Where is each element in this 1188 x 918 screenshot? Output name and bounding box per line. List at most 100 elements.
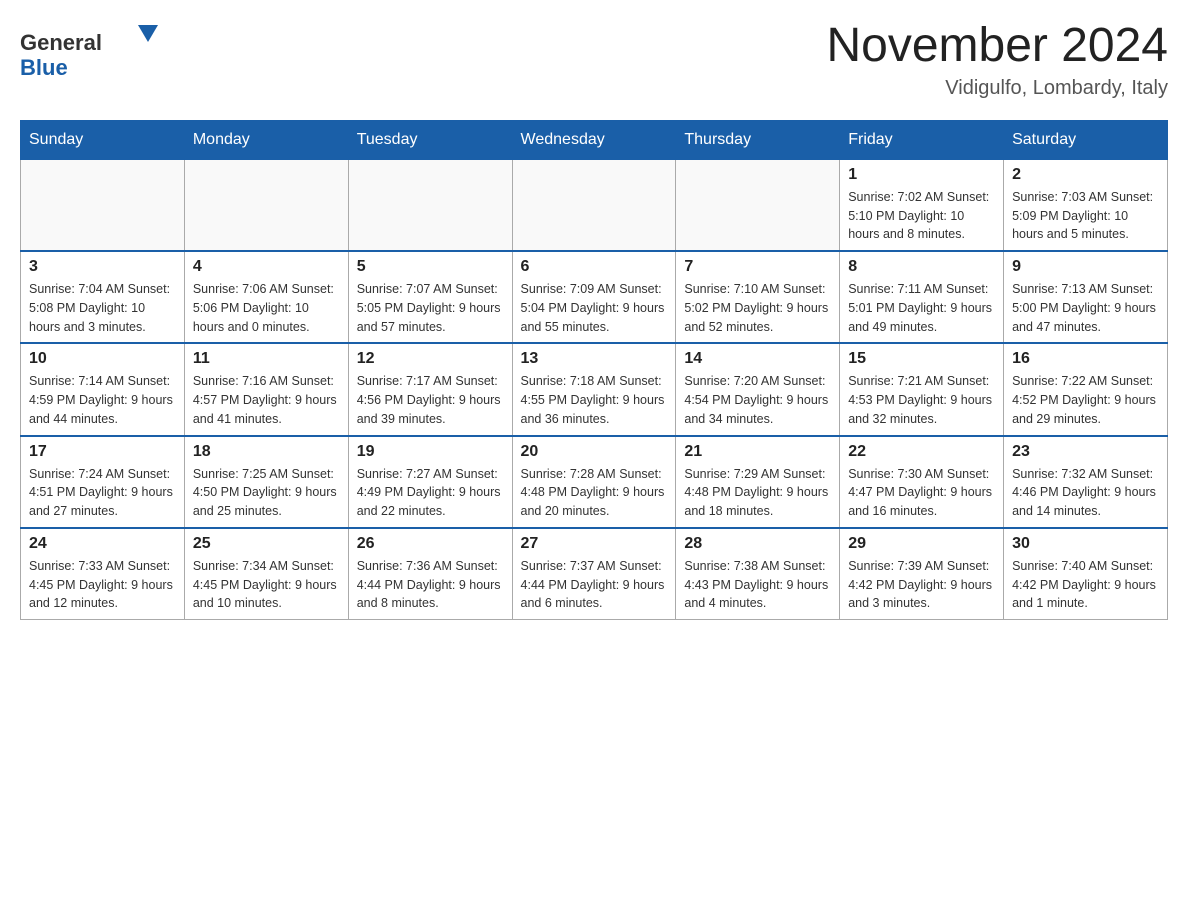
week-row-1: 1Sunrise: 7:02 AM Sunset: 5:10 PM Daylig… <box>21 159 1168 251</box>
day-cell: 8 Sunrise: 7:11 AM Sunset: 5:01 PM Daylig… <box>840 251 1004 343</box>
day-info: Sunrise: 7:16 AM Sunset: 4:57 PM Dayligh… <box>193 372 340 428</box>
week-row-5: 24 Sunrise: 7:33 AM Sunset: 4:45 PM Dayli… <box>21 528 1168 620</box>
header-wednesday: Wednesday <box>512 120 676 159</box>
day-number: 21 <box>684 443 831 461</box>
day-info: Sunrise: 7:36 AM Sunset: 4:44 PM Dayligh… <box>357 557 504 613</box>
location: Vidigulfo, Lombardy, Italy <box>826 77 1168 100</box>
day-number: 10 <box>29 350 176 368</box>
day-number: 4 <box>193 258 340 276</box>
day-info: Sunrise: 7:06 AM Sunset: 5:06 PM Dayligh… <box>193 280 340 336</box>
day-number: 25 <box>193 535 340 553</box>
day-number: 15 <box>848 350 995 368</box>
day-info: Sunrise: 7:33 AM Sunset: 4:45 PM Dayligh… <box>29 557 176 613</box>
day-cell: 18 Sunrise: 7:25 AM Sunset: 4:50 PM Dayli… <box>184 436 348 528</box>
day-info: Sunrise: 7:14 AM Sunset: 4:59 PM Dayligh… <box>29 372 176 428</box>
day-number: 26 <box>357 535 504 553</box>
day-number: 22 <box>848 443 995 461</box>
header-thursday: Thursday <box>676 120 840 159</box>
day-cell: 2 Sunrise: 7:03 AM Sunset: 5:09 PM Daylig… <box>1004 159 1168 251</box>
day-number: 28 <box>684 535 831 553</box>
day-cell: 3 Sunrise: 7:04 AM Sunset: 5:08 PM Daylig… <box>21 251 185 343</box>
day-cell: 6 Sunrise: 7:09 AM Sunset: 5:04 PM Daylig… <box>512 251 676 343</box>
day-info: Sunrise: 7:38 AM Sunset: 4:43 PM Dayligh… <box>684 557 831 613</box>
day-cell: 28 Sunrise: 7:38 AM Sunset: 4:43 PM Dayli… <box>676 528 840 620</box>
day-number: 18 <box>193 443 340 461</box>
day-info: Sunrise: 7:10 AM Sunset: 5:02 PM Dayligh… <box>684 280 831 336</box>
day-number: 27 <box>521 535 668 553</box>
day-cell: 19 Sunrise: 7:27 AM Sunset: 4:49 PM Dayli… <box>348 436 512 528</box>
day-cell: 22 Sunrise: 7:30 AM Sunset: 4:47 PM Dayli… <box>840 436 1004 528</box>
week-row-4: 17Sunrise: 7:24 AM Sunset: 4:51 PM Dayli… <box>21 436 1168 528</box>
day-cell: 7 Sunrise: 7:10 AM Sunset: 5:02 PM Daylig… <box>676 251 840 343</box>
header-tuesday: Tuesday <box>348 120 512 159</box>
day-info: Sunrise: 7:30 AM Sunset: 4:47 PM Dayligh… <box>848 465 995 521</box>
day-info: Sunrise: 7:40 AM Sunset: 4:42 PM Dayligh… <box>1012 557 1159 613</box>
day-number: 11 <box>193 350 340 368</box>
day-cell <box>184 159 348 251</box>
day-cell: 23 Sunrise: 7:32 AM Sunset: 4:46 PM Dayli… <box>1004 436 1168 528</box>
day-info: Sunrise: 7:20 AM Sunset: 4:54 PM Dayligh… <box>684 372 831 428</box>
day-number: 19 <box>357 443 504 461</box>
day-cell: 24 Sunrise: 7:33 AM Sunset: 4:45 PM Dayli… <box>21 528 185 620</box>
day-info: Sunrise: 7:39 AM Sunset: 4:42 PM Dayligh… <box>848 557 995 613</box>
svg-text:General: General <box>20 30 102 55</box>
weekday-header-row: Sunday Monday Tuesday Wednesday Thursday… <box>21 120 1168 159</box>
day-cell: 17Sunrise: 7:24 AM Sunset: 4:51 PM Dayli… <box>21 436 185 528</box>
day-number: 13 <box>521 350 668 368</box>
header-sunday: Sunday <box>21 120 185 159</box>
day-number: 7 <box>684 258 831 276</box>
title-block: November 2024 Vidigulfo, Lombardy, Italy <box>826 20 1168 100</box>
day-cell: 5Sunrise: 7:07 AM Sunset: 5:05 PM Daylig… <box>348 251 512 343</box>
day-cell <box>676 159 840 251</box>
day-info: Sunrise: 7:17 AM Sunset: 4:56 PM Dayligh… <box>357 372 504 428</box>
day-cell: 27Sunrise: 7:37 AM Sunset: 4:44 PM Dayli… <box>512 528 676 620</box>
day-info: Sunrise: 7:27 AM Sunset: 4:49 PM Dayligh… <box>357 465 504 521</box>
day-cell: 15 Sunrise: 7:21 AM Sunset: 4:53 PM Dayli… <box>840 343 1004 435</box>
day-info: Sunrise: 7:34 AM Sunset: 4:45 PM Dayligh… <box>193 557 340 613</box>
week-row-2: 3 Sunrise: 7:04 AM Sunset: 5:08 PM Daylig… <box>21 251 1168 343</box>
day-cell <box>348 159 512 251</box>
day-number: 29 <box>848 535 995 553</box>
day-number: 14 <box>684 350 831 368</box>
day-info: Sunrise: 7:02 AM Sunset: 5:10 PM Dayligh… <box>848 188 995 244</box>
header-saturday: Saturday <box>1004 120 1168 159</box>
day-info: Sunrise: 7:32 AM Sunset: 4:46 PM Dayligh… <box>1012 465 1159 521</box>
day-cell: 25 Sunrise: 7:34 AM Sunset: 4:45 PM Dayli… <box>184 528 348 620</box>
day-cell: 11 Sunrise: 7:16 AM Sunset: 4:57 PM Dayli… <box>184 343 348 435</box>
day-number: 3 <box>29 258 176 276</box>
day-number: 2 <box>1012 166 1159 184</box>
day-cell: 21 Sunrise: 7:29 AM Sunset: 4:48 PM Dayli… <box>676 436 840 528</box>
logo: General Blue <box>20 20 160 85</box>
header-friday: Friday <box>840 120 1004 159</box>
header-monday: Monday <box>184 120 348 159</box>
day-info: Sunrise: 7:28 AM Sunset: 4:48 PM Dayligh… <box>521 465 668 521</box>
day-info: Sunrise: 7:03 AM Sunset: 5:09 PM Dayligh… <box>1012 188 1159 244</box>
day-cell: 4 Sunrise: 7:06 AM Sunset: 5:06 PM Daylig… <box>184 251 348 343</box>
day-number: 6 <box>521 258 668 276</box>
day-cell: 1Sunrise: 7:02 AM Sunset: 5:10 PM Daylig… <box>840 159 1004 251</box>
day-cell: 9Sunrise: 7:13 AM Sunset: 5:00 PM Daylig… <box>1004 251 1168 343</box>
day-cell <box>512 159 676 251</box>
calendar-table: Sunday Monday Tuesday Wednesday Thursday… <box>20 120 1168 620</box>
day-number: 5 <box>357 258 504 276</box>
day-info: Sunrise: 7:21 AM Sunset: 4:53 PM Dayligh… <box>848 372 995 428</box>
day-info: Sunrise: 7:29 AM Sunset: 4:48 PM Dayligh… <box>684 465 831 521</box>
day-cell: 10 Sunrise: 7:14 AM Sunset: 4:59 PM Dayli… <box>21 343 185 435</box>
day-cell: 20Sunrise: 7:28 AM Sunset: 4:48 PM Dayli… <box>512 436 676 528</box>
day-info: Sunrise: 7:25 AM Sunset: 4:50 PM Dayligh… <box>193 465 340 521</box>
day-number: 24 <box>29 535 176 553</box>
page-header: General Blue November 2024 Vidigulfo, Lo… <box>20 20 1168 100</box>
day-info: Sunrise: 7:22 AM Sunset: 4:52 PM Dayligh… <box>1012 372 1159 428</box>
day-number: 8 <box>848 258 995 276</box>
day-info: Sunrise: 7:11 AM Sunset: 5:01 PM Dayligh… <box>848 280 995 336</box>
svg-text:Blue: Blue <box>20 55 68 80</box>
day-info: Sunrise: 7:18 AM Sunset: 4:55 PM Dayligh… <box>521 372 668 428</box>
day-number: 23 <box>1012 443 1159 461</box>
day-cell: 12 Sunrise: 7:17 AM Sunset: 4:56 PM Dayli… <box>348 343 512 435</box>
day-number: 12 <box>357 350 504 368</box>
week-row-3: 10 Sunrise: 7:14 AM Sunset: 4:59 PM Dayli… <box>21 343 1168 435</box>
day-info: Sunrise: 7:09 AM Sunset: 5:04 PM Dayligh… <box>521 280 668 336</box>
day-info: Sunrise: 7:24 AM Sunset: 4:51 PM Dayligh… <box>29 465 176 521</box>
day-number: 30 <box>1012 535 1159 553</box>
day-info: Sunrise: 7:04 AM Sunset: 5:08 PM Dayligh… <box>29 280 176 336</box>
